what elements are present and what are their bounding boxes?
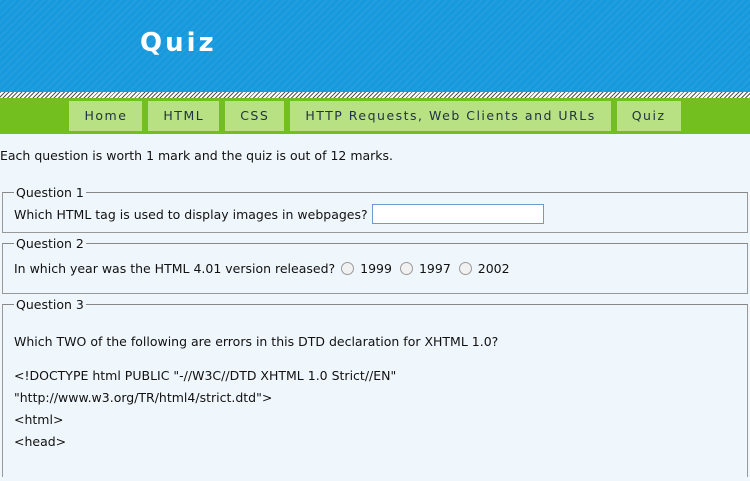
site-header: Quiz [0,0,750,92]
nav-html[interactable]: HTML [148,101,220,131]
radio-2002[interactable] [458,262,472,275]
nav-http[interactable]: HTTP Requests, Web Clients and URLs [290,101,611,131]
question-2-text: In which year was the HTML 4.01 version … [14,261,336,276]
quiz-intro: Each question is worth 1 mark and the qu… [0,148,394,163]
nav-css[interactable]: CSS [225,101,285,131]
question-2: Question 2 In which year was the HTML 4.… [2,236,748,294]
code-line-4: <head> [14,434,67,449]
question-3: Question 3 Which TWO of the following ar… [2,297,748,477]
site-title: Quiz [140,28,217,58]
nav-home[interactable]: Home [69,101,143,131]
question-1-text: Which HTML tag is used to display images… [14,206,368,222]
question-3-legend: Question 3 [16,297,84,312]
code-line-3: <html> [14,412,64,427]
question-1: Question 1 Which HTML tag is used to dis… [2,185,748,233]
radio-1997[interactable] [399,262,413,275]
nav-quiz[interactable]: Quiz [616,101,681,131]
question-1-input[interactable] [371,204,544,224]
question-1-legend: Question 1 [16,185,84,200]
option-1999-label: 1999 [360,261,392,276]
option-1997-label: 1997 [418,261,451,276]
code-line-1: <!DOCTYPE html PUBLIC "-//W3C//DTD XHTML… [14,368,397,383]
option-2002-label: 2002 [477,261,510,276]
nav-bar: Home HTML CSS HTTP Requests, Web Clients… [0,98,750,134]
question-3-text: Which TWO of the following are errors in… [14,334,499,349]
code-line-2: "http://www.w3.org/TR/html4/strict.dtd"> [14,390,273,405]
radio-1999[interactable] [341,262,355,275]
question-2-legend: Question 2 [16,236,84,251]
